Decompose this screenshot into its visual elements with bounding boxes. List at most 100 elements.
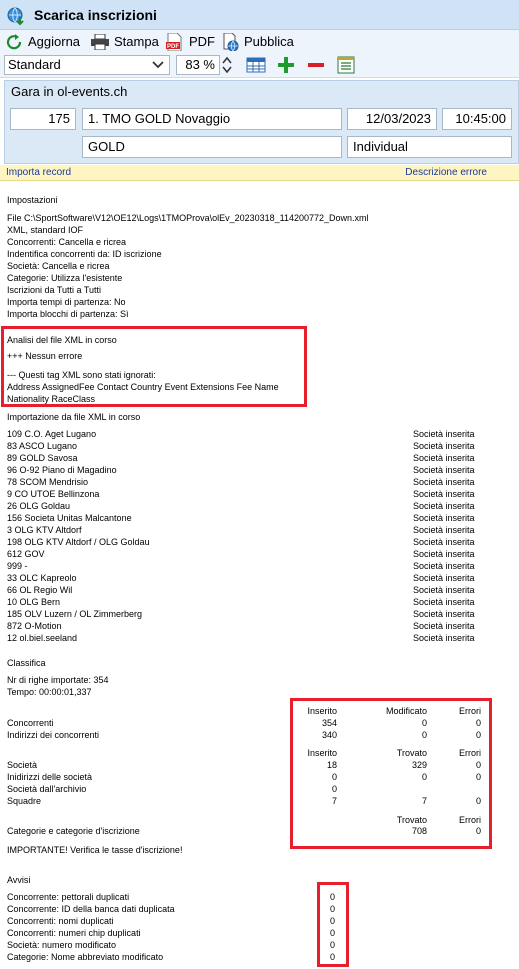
- race-name-field[interactable]: 1. TMO GOLD Novaggio: [82, 108, 342, 130]
- publish-button[interactable]: Pubblica: [220, 32, 294, 51]
- import-row-status: Società inserita: [413, 429, 475, 439]
- race-date-field[interactable]: 12/03/2023: [347, 108, 437, 130]
- race-number-field[interactable]: 175: [10, 108, 76, 130]
- highlight-box-analysis: [1, 326, 307, 407]
- import-row-club: 872 O-Motion: [7, 621, 62, 631]
- import-row-status: Società inserita: [413, 525, 475, 535]
- race-time: 10:45:00: [455, 111, 506, 126]
- import-row-status: Società inserita: [413, 453, 475, 463]
- import-row-status: Società inserita: [413, 597, 475, 607]
- zoom-spinner-icon[interactable]: [220, 55, 234, 75]
- import-row-club: 12 ol.biel.seeland: [7, 633, 78, 643]
- toolbar: Aggiorna Stampa PDF PDF Pubblica: [0, 30, 519, 52]
- import-row-club: 9 CO UTOE Bellinzona: [7, 489, 100, 499]
- import-title: Importazione da file XML in corso: [7, 412, 141, 422]
- settings-line: Concorrenti: Cancella e ricrea: [7, 237, 127, 247]
- publish-icon: [223, 32, 239, 51]
- zoom-field[interactable]: 83 %: [176, 55, 220, 75]
- window-title: Scarica inscrizioni: [34, 7, 157, 23]
- import-row-status: Società inserita: [413, 573, 475, 583]
- race-group-title: Gara in ol-events.ch: [11, 84, 128, 99]
- race-time-field[interactable]: 10:45:00: [442, 108, 512, 130]
- publish-label: Pubblica: [244, 34, 294, 49]
- summary-row-label: Categorie e categorie d'iscrizione: [7, 826, 140, 836]
- import-row-status: Società inserita: [413, 633, 475, 643]
- important-note: IMPORTANTE! Verifica le tasse d'iscrizio…: [7, 845, 183, 855]
- add-icon[interactable]: [276, 56, 296, 74]
- import-row-club: 185 OLV Luzern / OL Zimmerberg: [7, 609, 143, 619]
- settings-line: XML, standard IOF: [7, 225, 84, 235]
- import-row-club: 156 Societa Unitas Malcantone: [7, 513, 132, 523]
- race-group: Gara in ol-events.ch 175 1. TMO GOLD Nov…: [4, 80, 519, 164]
- zoom-value: 83 %: [185, 57, 215, 72]
- highlight-box-summary: [290, 698, 492, 849]
- globe-download-icon: [7, 7, 24, 26]
- race-number: 175: [48, 111, 70, 126]
- import-row-status: Società inserita: [413, 477, 475, 487]
- import-row-club: 109 C.O. Aget Lugano: [7, 429, 97, 439]
- import-row-club: 3 OLG KTV Altdorf: [7, 525, 82, 535]
- summary-row-label: Squadre: [7, 796, 42, 806]
- table-icon[interactable]: [246, 56, 266, 74]
- summary-row-label: Inidirizzi delle società: [7, 772, 93, 782]
- import-row-status: Società inserita: [413, 621, 475, 631]
- log-header-right: Descrizione errore: [405, 167, 487, 178]
- race-type-field[interactable]: Individual: [347, 136, 512, 158]
- import-row-club: 26 OLG Goldau: [7, 501, 71, 511]
- remove-icon[interactable]: [306, 56, 326, 74]
- print-button[interactable]: Stampa: [90, 32, 159, 51]
- import-row-club: 83 ASCO Lugano: [7, 441, 78, 451]
- race-date: 12/03/2023: [365, 111, 431, 126]
- title-bar: Scarica inscrizioni: [0, 0, 519, 30]
- summary-row-label: Società: [7, 760, 38, 770]
- summary-row-label: Indirizzi dei concorrenti: [7, 730, 100, 740]
- import-row-status: Società inserita: [413, 609, 475, 619]
- refresh-icon: [6, 33, 22, 49]
- race-club: GOLD: [88, 139, 125, 154]
- summary-row-label: Concorrenti: [7, 718, 54, 728]
- chevron-down-icon[interactable]: [149, 57, 167, 73]
- pdf-button[interactable]: PDF PDF: [165, 32, 215, 51]
- import-row-status: Società inserita: [413, 441, 475, 451]
- warning-label: Società: numero modificato: [7, 940, 117, 950]
- rows-imported: Nr di righe importate: 354: [7, 675, 109, 685]
- log-header-left: Importa record: [6, 167, 72, 178]
- import-row-club: 33 OLC Kapreolo: [7, 573, 77, 583]
- import-row-status: Società inserita: [413, 561, 475, 571]
- refresh-button[interactable]: Aggiorna: [6, 32, 80, 51]
- import-row-club: 612 GOV: [7, 549, 45, 559]
- race-club-field[interactable]: GOLD: [82, 136, 342, 158]
- pdf-icon-text: PDF: [167, 44, 179, 50]
- import-log: Impostazioni File C:\SportSoftware\V12\O…: [0, 182, 519, 969]
- warning-label: Concorrente: pettorali duplicati: [7, 892, 130, 902]
- race-name: 1. TMO GOLD Novaggio: [88, 111, 231, 126]
- summary-title: Classifica: [7, 658, 46, 668]
- import-row-club: 198 OLG KTV Altdorf / OLG Goldau: [7, 537, 150, 547]
- import-row-status: Società inserita: [413, 585, 475, 595]
- columns-icon[interactable]: [336, 56, 356, 74]
- settings-title: Impostazioni: [7, 195, 58, 205]
- import-row-status: Società inserita: [413, 549, 475, 559]
- warning-label: Concorrente: ID della banca dati duplica…: [7, 904, 175, 914]
- settings-line: Iscrizioni da Tutti a Tutti: [7, 285, 102, 295]
- warning-label: Categorie: Nome abbreviato modificato: [7, 952, 164, 962]
- import-row-club: 89 GOLD Savosa: [7, 453, 78, 463]
- import-row-club: 10 OLG Bern: [7, 597, 61, 607]
- import-row-status: Società inserita: [413, 489, 475, 499]
- pdf-label: PDF: [189, 34, 215, 49]
- view-select[interactable]: Standard: [4, 55, 170, 75]
- settings-line: Categorie: Utilizza l'esistente: [7, 273, 123, 283]
- import-row-club: 78 SCOM Mendrisio: [7, 477, 89, 487]
- import-row-status: Società inserita: [413, 501, 475, 511]
- pdf-icon: PDF: [166, 32, 182, 51]
- settings-line: Indentifica concorrenti da: ID iscrizion…: [7, 249, 162, 259]
- view-select-value: Standard: [8, 57, 61, 72]
- print-label: Stampa: [114, 34, 159, 49]
- import-row-status: Società inserita: [413, 513, 475, 523]
- import-row-club: 66 OL Regio Wil: [7, 585, 73, 595]
- warning-label: Concorrenti: nomi duplicati: [7, 916, 114, 926]
- highlight-box-warnings: [317, 882, 349, 967]
- import-row-status: Società inserita: [413, 465, 475, 475]
- settings-line: Importa blocchi di partenza: Sì: [7, 309, 129, 319]
- view-controls: Standard 83 %: [0, 52, 519, 78]
